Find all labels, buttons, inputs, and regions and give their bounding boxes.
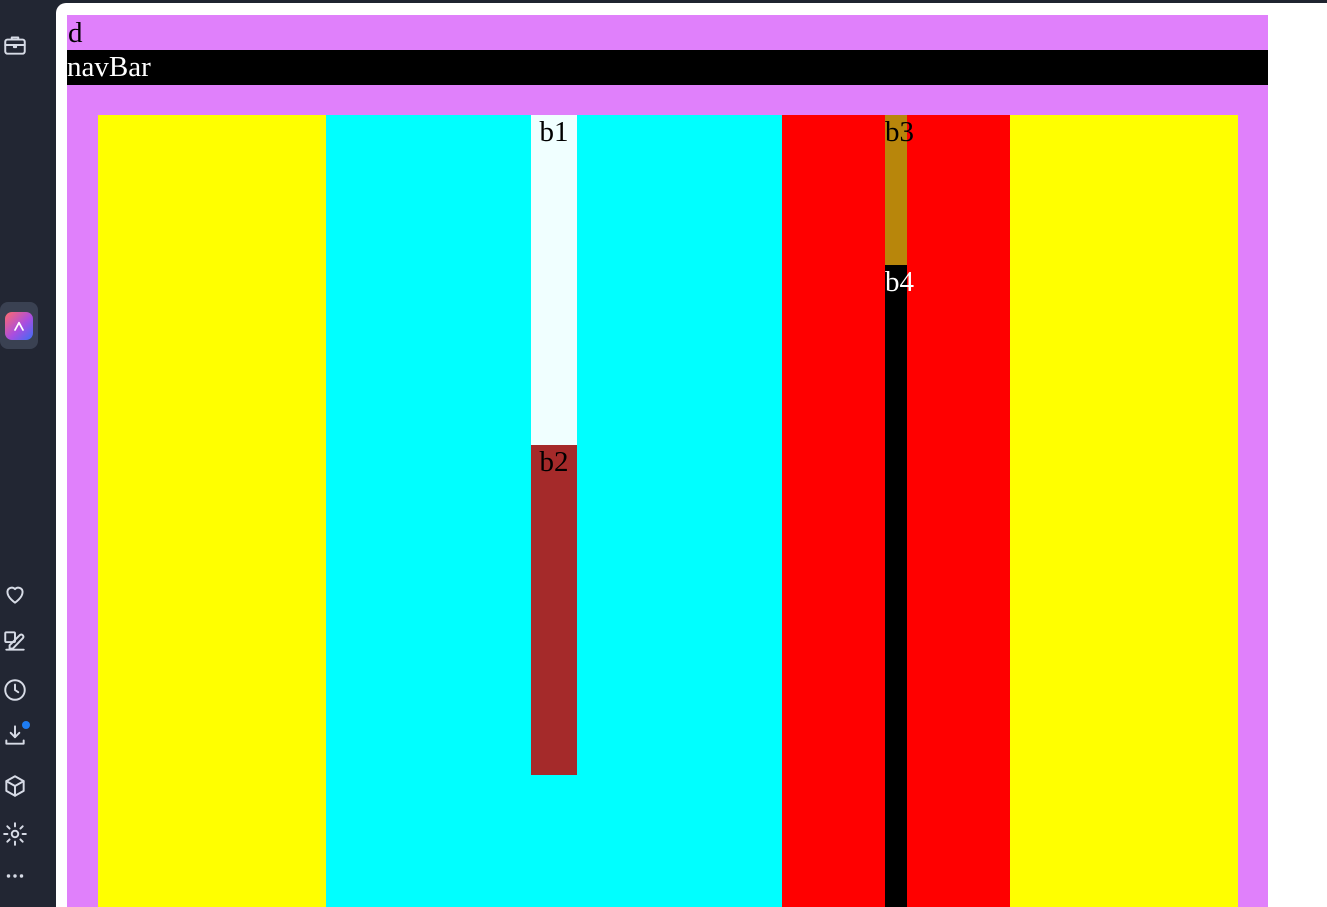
b1-box: b1 (531, 115, 577, 445)
briefcase-icon[interactable] (0, 30, 30, 60)
d-container: d navBar b1 b2 b3 b4 (67, 15, 1268, 907)
cyan-column: b1 b2 (326, 115, 782, 907)
red-column: b3 b4 (782, 115, 1010, 907)
d-label: d (68, 17, 83, 49)
navbar: navBar (67, 50, 1268, 85)
more-icon[interactable] (0, 861, 30, 891)
heart-icon[interactable] (0, 579, 30, 609)
gear-icon[interactable] (0, 819, 30, 849)
browser-sidebar (0, 0, 50, 907)
web-content-area: d navBar b1 b2 b3 b4 (56, 3, 1327, 907)
app-shortcut-button[interactable] (0, 302, 38, 349)
navbar-label: navBar (67, 51, 151, 83)
b2-box: b2 (531, 445, 577, 775)
app-logo-icon (5, 311, 33, 340)
b3-box: b3 (885, 115, 914, 265)
columns-container: b1 b2 b3 b4 (98, 115, 1238, 907)
download-badge (22, 721, 30, 729)
right-yellow-column (1010, 115, 1238, 907)
b4-box: b4 (885, 265, 914, 907)
clock-icon[interactable] (0, 675, 30, 705)
left-yellow-column (98, 115, 326, 907)
cube-icon[interactable] (0, 771, 30, 801)
edit-icon[interactable] (0, 626, 30, 656)
